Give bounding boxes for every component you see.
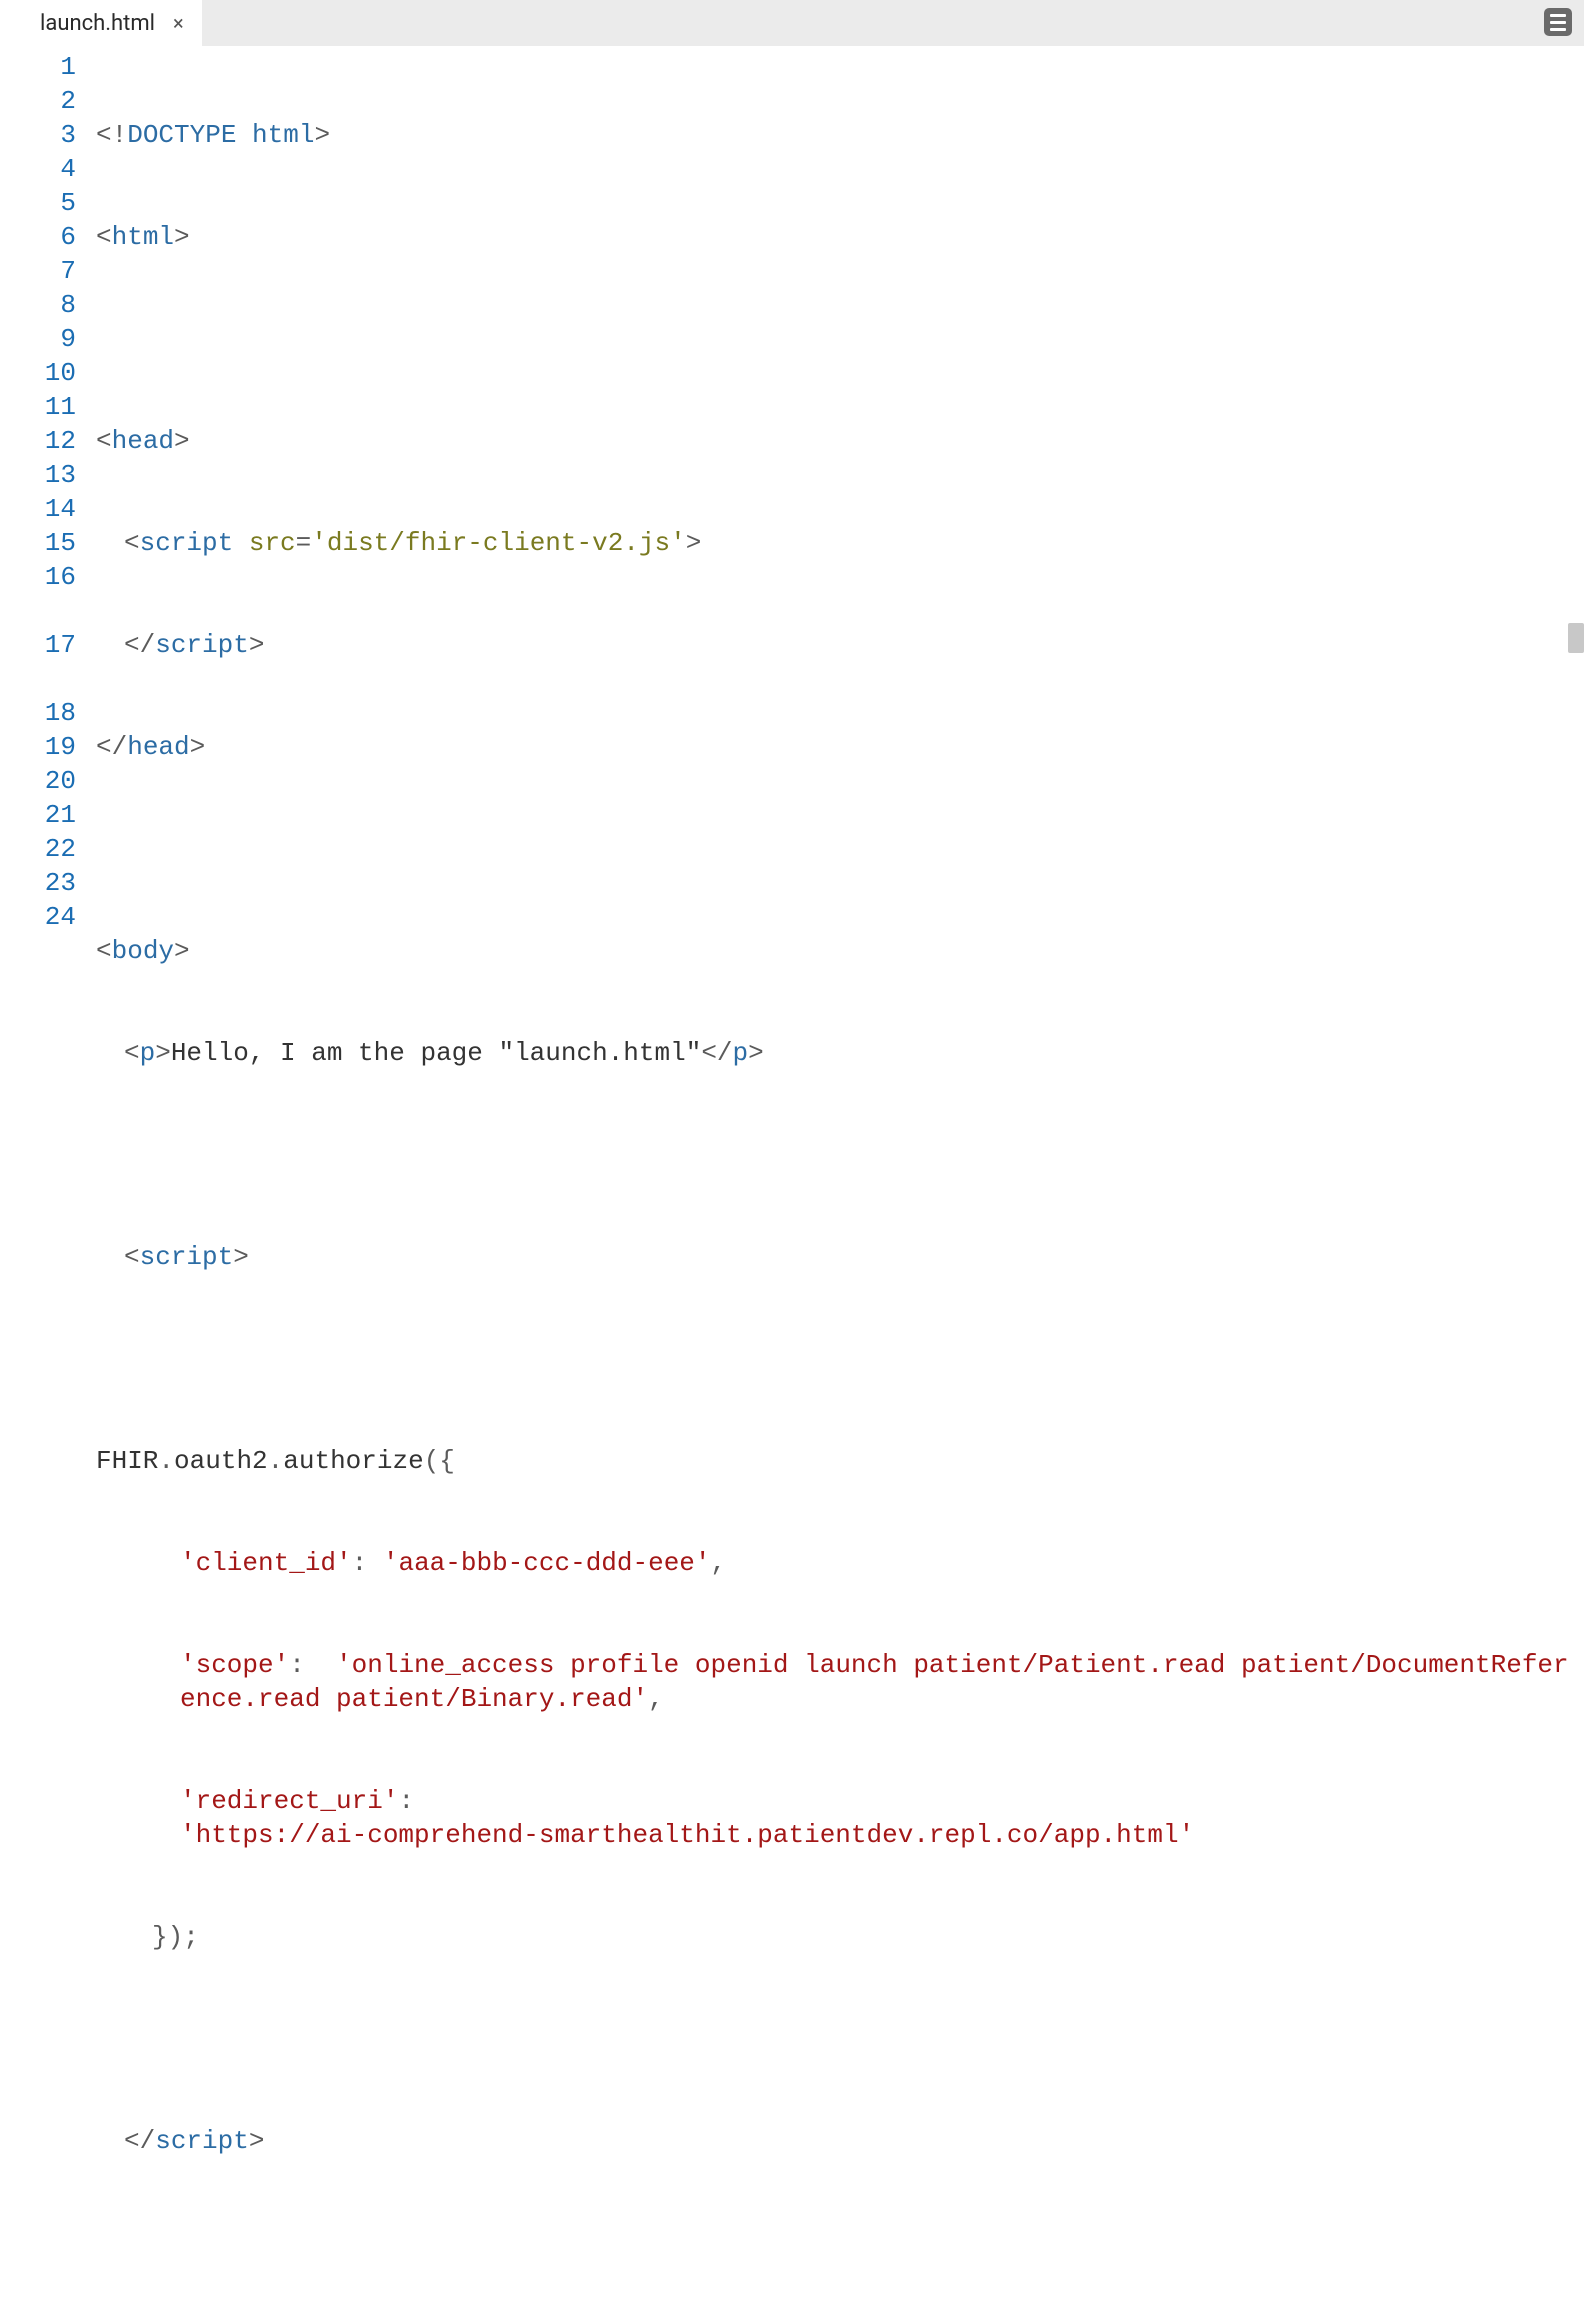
code-line[interactable]: }); bbox=[96, 1920, 1584, 1954]
close-icon[interactable]: × bbox=[169, 11, 188, 35]
code-line[interactable] bbox=[96, 322, 1584, 356]
line-number: 6 bbox=[0, 220, 76, 254]
code-line[interactable]: 'client_id': 'aaa-bbb-ccc-ddd-eee', bbox=[96, 1546, 1584, 1580]
line-number: 9 bbox=[0, 322, 76, 356]
code-line[interactable]: <html> bbox=[96, 220, 1584, 254]
line-number: 21 bbox=[0, 798, 76, 832]
line-number: 14 bbox=[0, 492, 76, 526]
code-line[interactable] bbox=[96, 1138, 1584, 1172]
tab-bar-spacer bbox=[202, 0, 1544, 46]
line-number: 24 bbox=[0, 900, 76, 934]
line-number: 15 bbox=[0, 526, 76, 560]
code-line[interactable]: 'redirect_uri': 'https://ai-comprehend-s… bbox=[96, 1784, 1584, 1852]
menu-icon[interactable] bbox=[1544, 8, 1572, 36]
tab-filename: launch.html bbox=[40, 11, 155, 36]
line-number: 20 bbox=[0, 764, 76, 798]
line-number: 22 bbox=[0, 832, 76, 866]
line-number-gutter: 1 2 3 4 5 6 7 8 9 10 11 12 13 14 15 16 1… bbox=[0, 46, 96, 1156]
code-line[interactable] bbox=[96, 2022, 1584, 2056]
code-line[interactable]: </head> bbox=[96, 730, 1584, 764]
code-line[interactable]: <script src='dist/fhir-client-v2.js'> bbox=[96, 526, 1584, 560]
line-number: 7 bbox=[0, 254, 76, 288]
code-line[interactable] bbox=[96, 2226, 1584, 2260]
line-number: 5 bbox=[0, 186, 76, 220]
code-line[interactable]: <!DOCTYPE html> bbox=[96, 118, 1584, 152]
line-number: 10 bbox=[0, 356, 76, 390]
line-number: 16 bbox=[0, 560, 76, 628]
code-line[interactable] bbox=[96, 832, 1584, 866]
code-line[interactable]: </script> bbox=[96, 2124, 1584, 2158]
line-number: 13 bbox=[0, 458, 76, 492]
code-line[interactable]: <script> bbox=[96, 1240, 1584, 1274]
line-number: 2 bbox=[0, 84, 76, 118]
line-number: 19 bbox=[0, 730, 76, 764]
code-line[interactable]: <p>Hello, I am the page "launch.html"</p… bbox=[96, 1036, 1584, 1070]
line-number: 1 bbox=[0, 50, 76, 84]
line-number: 23 bbox=[0, 866, 76, 900]
scrollbar-thumb[interactable] bbox=[1568, 623, 1584, 653]
code-line[interactable] bbox=[96, 1342, 1584, 1376]
line-number: 8 bbox=[0, 288, 76, 322]
file-tab[interactable]: launch.html × bbox=[0, 0, 202, 46]
code-line[interactable]: </script> bbox=[96, 628, 1584, 662]
line-number: 11 bbox=[0, 390, 76, 424]
line-number: 12 bbox=[0, 424, 76, 458]
line-number: 3 bbox=[0, 118, 76, 152]
line-number: 18 bbox=[0, 696, 76, 730]
code-line[interactable]: <head> bbox=[96, 424, 1584, 458]
line-number: 17 bbox=[0, 628, 76, 696]
code-line[interactable]: <body> bbox=[96, 934, 1584, 968]
code-line[interactable]: 'scope': 'online_access profile openid l… bbox=[96, 1648, 1584, 1716]
code-editor[interactable]: 1 2 3 4 5 6 7 8 9 10 11 12 13 14 15 16 1… bbox=[0, 46, 1584, 1156]
code-line[interactable]: FHIR.oauth2.authorize({ bbox=[96, 1444, 1584, 1478]
line-number: 4 bbox=[0, 152, 76, 186]
code-area[interactable]: <!DOCTYPE html> <html> <head> <script sr… bbox=[96, 46, 1584, 1156]
tab-bar: launch.html × bbox=[0, 0, 1584, 46]
